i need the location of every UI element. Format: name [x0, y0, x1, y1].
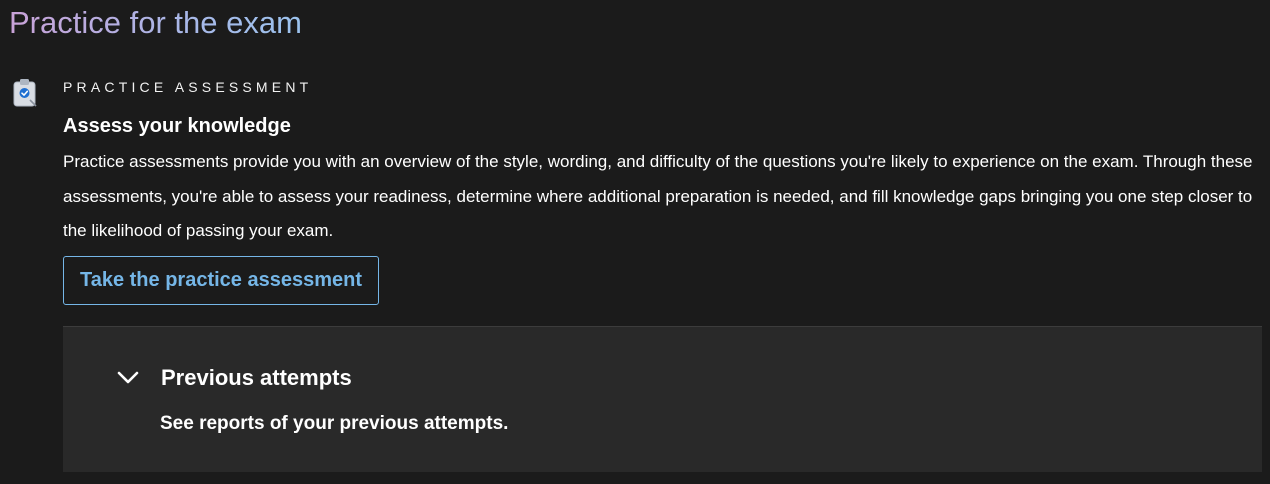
take-practice-assessment-button[interactable]: Take the practice assessment [63, 256, 379, 305]
assessment-description: Practice assessments provide you with an… [63, 152, 1253, 240]
previous-attempts-toggle[interactable]: Previous attempts [111, 361, 352, 395]
chevron-down-icon[interactable] [111, 361, 145, 395]
eyebrow-label: PRACTICE ASSESSMENT [63, 79, 313, 95]
clipboard-check-icon [12, 78, 38, 108]
previous-attempts-label[interactable]: Previous attempts [161, 361, 352, 395]
page-title: Practice for the exam [9, 5, 302, 40]
section-heading: Assess your knowledge [63, 115, 291, 137]
previous-attempts-subtitle: See reports of your previous attempts. [160, 413, 509, 434]
previous-attempts-panel: Previous attempts See reports of your pr… [63, 326, 1262, 472]
